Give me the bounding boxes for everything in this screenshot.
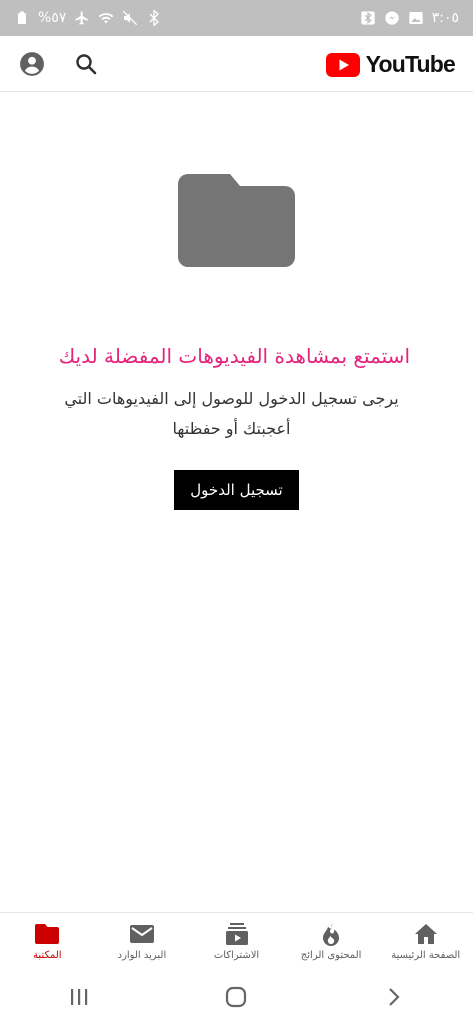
home-icon <box>414 924 437 944</box>
youtube-wordmark: YouTube <box>365 51 456 77</box>
nav-library[interactable]: المكتبة <box>0 913 95 970</box>
library-empty-state: استمتع بمشاهدة الفيديوهات المفضلة لديك ي… <box>0 92 473 912</box>
app-bar-actions <box>18 50 100 78</box>
gallery-icon <box>408 10 424 26</box>
bluetooth-icon <box>146 10 162 26</box>
nav-subscriptions-label: الاشتراكات <box>213 950 260 961</box>
nav-home[interactable]: الصفحة الرئيسية <box>378 913 473 970</box>
app-bar: YouTube <box>0 36 473 92</box>
nav-home-label: الصفحة الرئيسية <box>391 950 461 961</box>
messenger-icon <box>384 10 400 26</box>
sign-in-button[interactable]: تسجيل الدخول <box>174 470 299 510</box>
chevron-right-icon <box>389 988 400 1006</box>
account-button[interactable] <box>18 50 46 78</box>
home-circle-icon <box>226 986 247 1008</box>
fire-icon <box>323 923 340 946</box>
mute-icon <box>122 10 138 26</box>
youtube-play-icon <box>325 52 360 77</box>
bottom-navigation: الصفحة الرئيسية المحتوى الرائج الاشتراكا… <box>0 912 473 970</box>
recent-apps-icon <box>70 989 88 1005</box>
subscriptions-icon <box>225 923 248 945</box>
search-button[interactable] <box>72 50 100 78</box>
folder-icon <box>178 174 295 267</box>
nav-inbox[interactable]: البريد الوارد <box>95 913 190 970</box>
folder-icon <box>35 924 60 944</box>
nav-library-label: المكتبة <box>33 950 62 961</box>
home-system-button[interactable] <box>212 977 260 1017</box>
account-circle-icon <box>20 52 44 76</box>
folder-illustration <box>178 174 295 271</box>
status-left: %٥٧ <box>14 10 162 26</box>
recent-apps-button[interactable] <box>55 977 103 1017</box>
bluetooth-notification-icon <box>360 10 376 26</box>
nav-subscriptions[interactable]: الاشتراكات <box>189 913 284 970</box>
search-icon <box>76 54 97 75</box>
nav-trending[interactable]: المحتوى الرائج <box>284 913 379 970</box>
empty-state-message: يرجى تسجيل الدخول للوصول إلى الفيديوهات … <box>64 389 399 438</box>
youtube-logo[interactable]: YouTube <box>325 51 456 78</box>
status-time: ٣:٠٥ <box>431 10 459 26</box>
battery-percent: %٥٧ <box>38 10 67 26</box>
nav-trending-label: المحتوى الرائج <box>300 950 362 961</box>
nav-inbox-label: البريد الوارد <box>117 950 167 961</box>
status-bar: %٥٧ ٣:٠٥ <box>0 0 473 36</box>
wifi-icon <box>98 10 114 26</box>
mail-icon <box>129 925 154 943</box>
airplane-mode-icon <box>74 10 90 26</box>
back-button[interactable] <box>370 977 418 1017</box>
empty-state-title: استمتع بمشاهدة الفيديوهات المفضلة لديك <box>58 344 410 368</box>
status-right: ٣:٠٥ <box>360 10 459 26</box>
battery-icon <box>14 10 30 26</box>
system-navigation <box>0 970 473 1024</box>
